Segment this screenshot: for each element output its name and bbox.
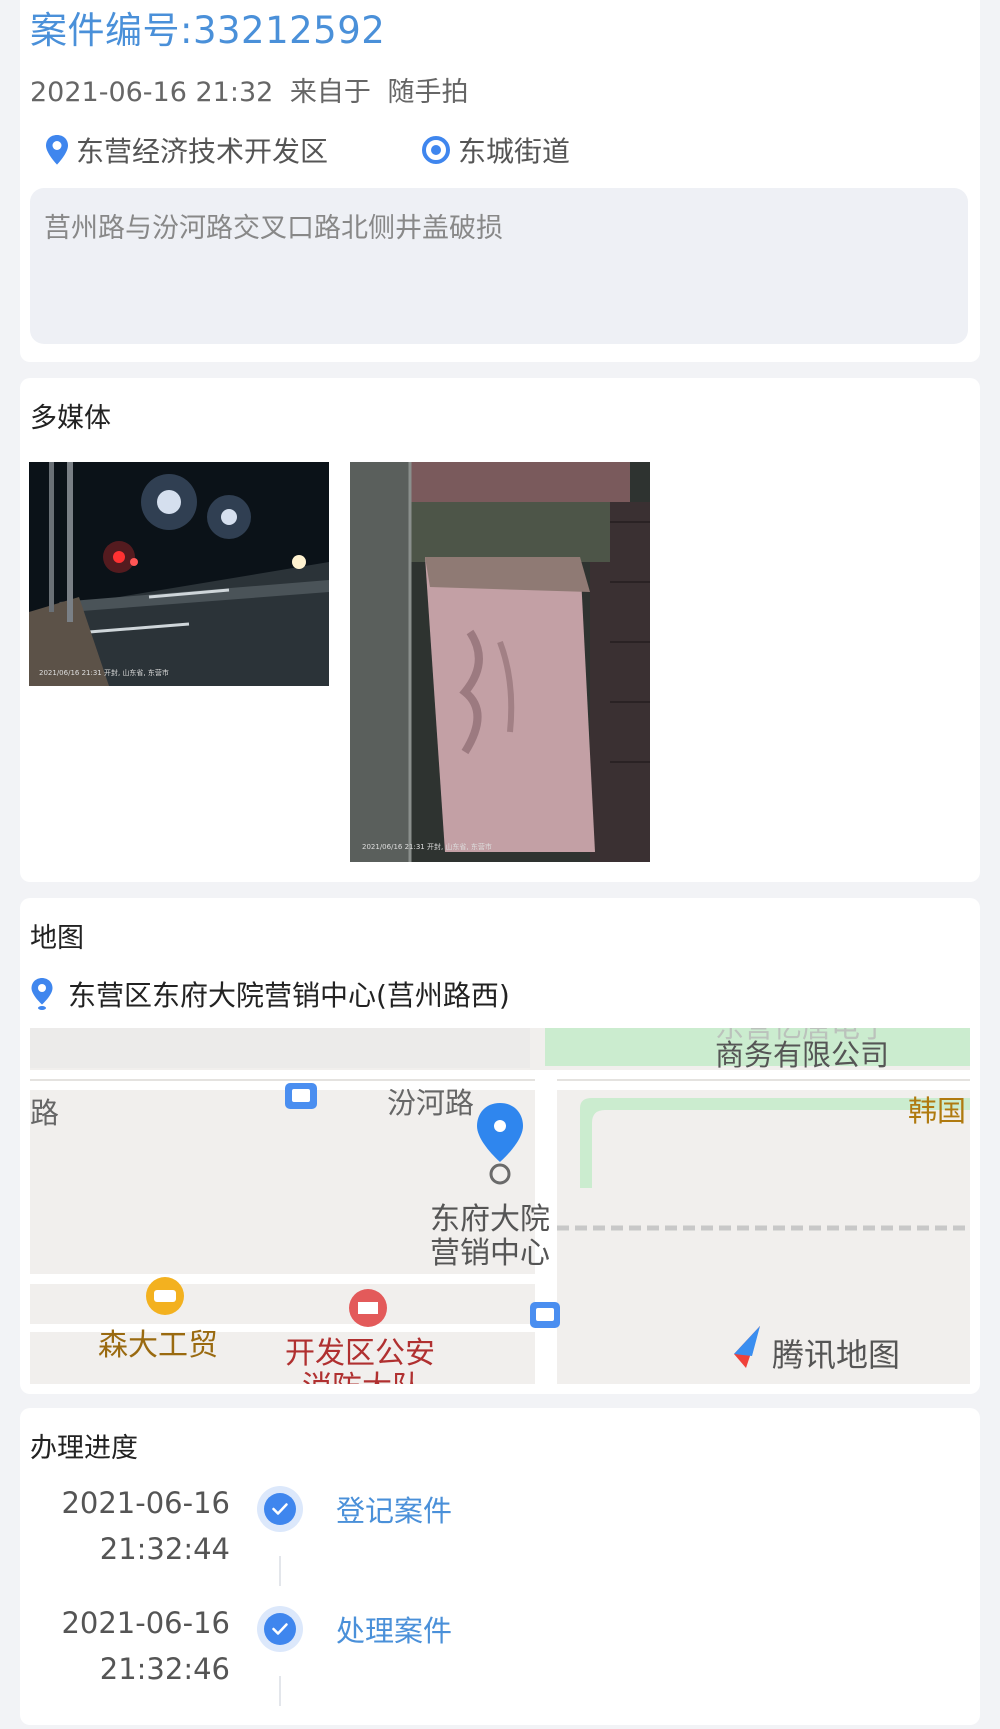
progress-card: 办理进度 2021-06-16 21:32:44 登记案件 2021-06-16…	[20, 1408, 980, 1725]
district-location: 东营经济技术开发区	[44, 130, 328, 170]
media-title: 多媒体	[30, 403, 111, 434]
location-pin-icon	[31, 978, 53, 1010]
description-box: 莒州路与汾河路交叉口路北侧井盖破损	[30, 188, 968, 344]
timeline-connector	[279, 1676, 281, 1706]
map-address: 东营区东府大院营销中心(莒州路西)	[30, 974, 510, 1014]
map-title: 地图	[30, 923, 84, 954]
map-label-company-2: 商务有限公司	[715, 1038, 890, 1072]
photo-manhole-image	[350, 462, 650, 862]
case-datetime: 2021-06-16 21:32	[30, 77, 274, 108]
progress-title: 办理进度	[30, 1433, 138, 1464]
step-time: 21:32:46	[99, 1652, 230, 1686]
case-description: 莒州路与汾河路交叉口路北侧井盖破损	[44, 213, 503, 244]
location-pin-icon	[46, 135, 68, 165]
case-card: 案件编号:33212592 2021-06-16 21:32 来自于 随手拍 东…	[20, 0, 980, 362]
photo-manhole[interactable]: 2021/06/16 21:31 开封, 山东省, 东营市	[350, 462, 650, 862]
street-location: 东城街道	[420, 130, 570, 170]
street-label: 东城街道	[458, 135, 571, 168]
media-card: 多媒体 2021/06/16 21:31 开封, 山东省, 东营市 2021/0…	[20, 378, 980, 882]
step-date: 2021-06-16	[61, 1486, 230, 1520]
step-date: 2021-06-16	[61, 1606, 230, 1640]
target-icon	[422, 136, 450, 164]
map-poi-line2: 营销中心	[430, 1236, 550, 1271]
photo-street-image	[29, 462, 329, 686]
step-time: 21:32:44	[99, 1532, 230, 1566]
map-view[interactable]: 东营亿唐电子 商务有限公司 汾河路 路 韩国 东府大院 营销中心 森大工贸 开发…	[30, 1028, 970, 1384]
check-circle-icon	[257, 1606, 303, 1652]
district-label: 东营经济技术开发区	[76, 135, 329, 168]
case-source: 随手拍	[387, 77, 469, 108]
photo-timestamp: 2021/06/16 21:31 开封, 山东省, 东营市	[39, 669, 169, 677]
case-meta: 2021-06-16 21:32 来自于 随手拍	[30, 70, 477, 109]
map-label-korea: 韩国	[908, 1094, 967, 1128]
map-label-police-2: 消防大队	[302, 1362, 422, 1384]
photo-timestamp: 2021/06/16 21:31 开封, 山东省, 东营市	[362, 843, 492, 851]
map-label-sen: 森大工贸	[98, 1328, 218, 1363]
photo-street-night[interactable]: 2021/06/16 21:31 开封, 山东省, 东营市	[29, 462, 329, 686]
step-label[interactable]: 登记案件	[336, 1488, 452, 1530]
timeline-connector	[279, 1556, 281, 1586]
map-brand: 腾讯地图	[772, 1336, 901, 1374]
map-address-text: 东营区东府大院营销中心(莒州路西)	[68, 979, 510, 1012]
map-label-road-main: 汾河路	[387, 1086, 475, 1120]
check-circle-icon	[257, 1486, 303, 1532]
map-label-road-left: 路	[30, 1096, 60, 1130]
case-number: 案件编号:33212592	[30, 9, 386, 52]
step-label[interactable]: 处理案件	[336, 1608, 452, 1650]
source-prefix: 来自于	[289, 77, 371, 108]
map-card: 地图 东营区东府大院营销中心(莒州路西) 商务有限公司 汾河路 路 韩国 东府大…	[20, 898, 980, 1394]
